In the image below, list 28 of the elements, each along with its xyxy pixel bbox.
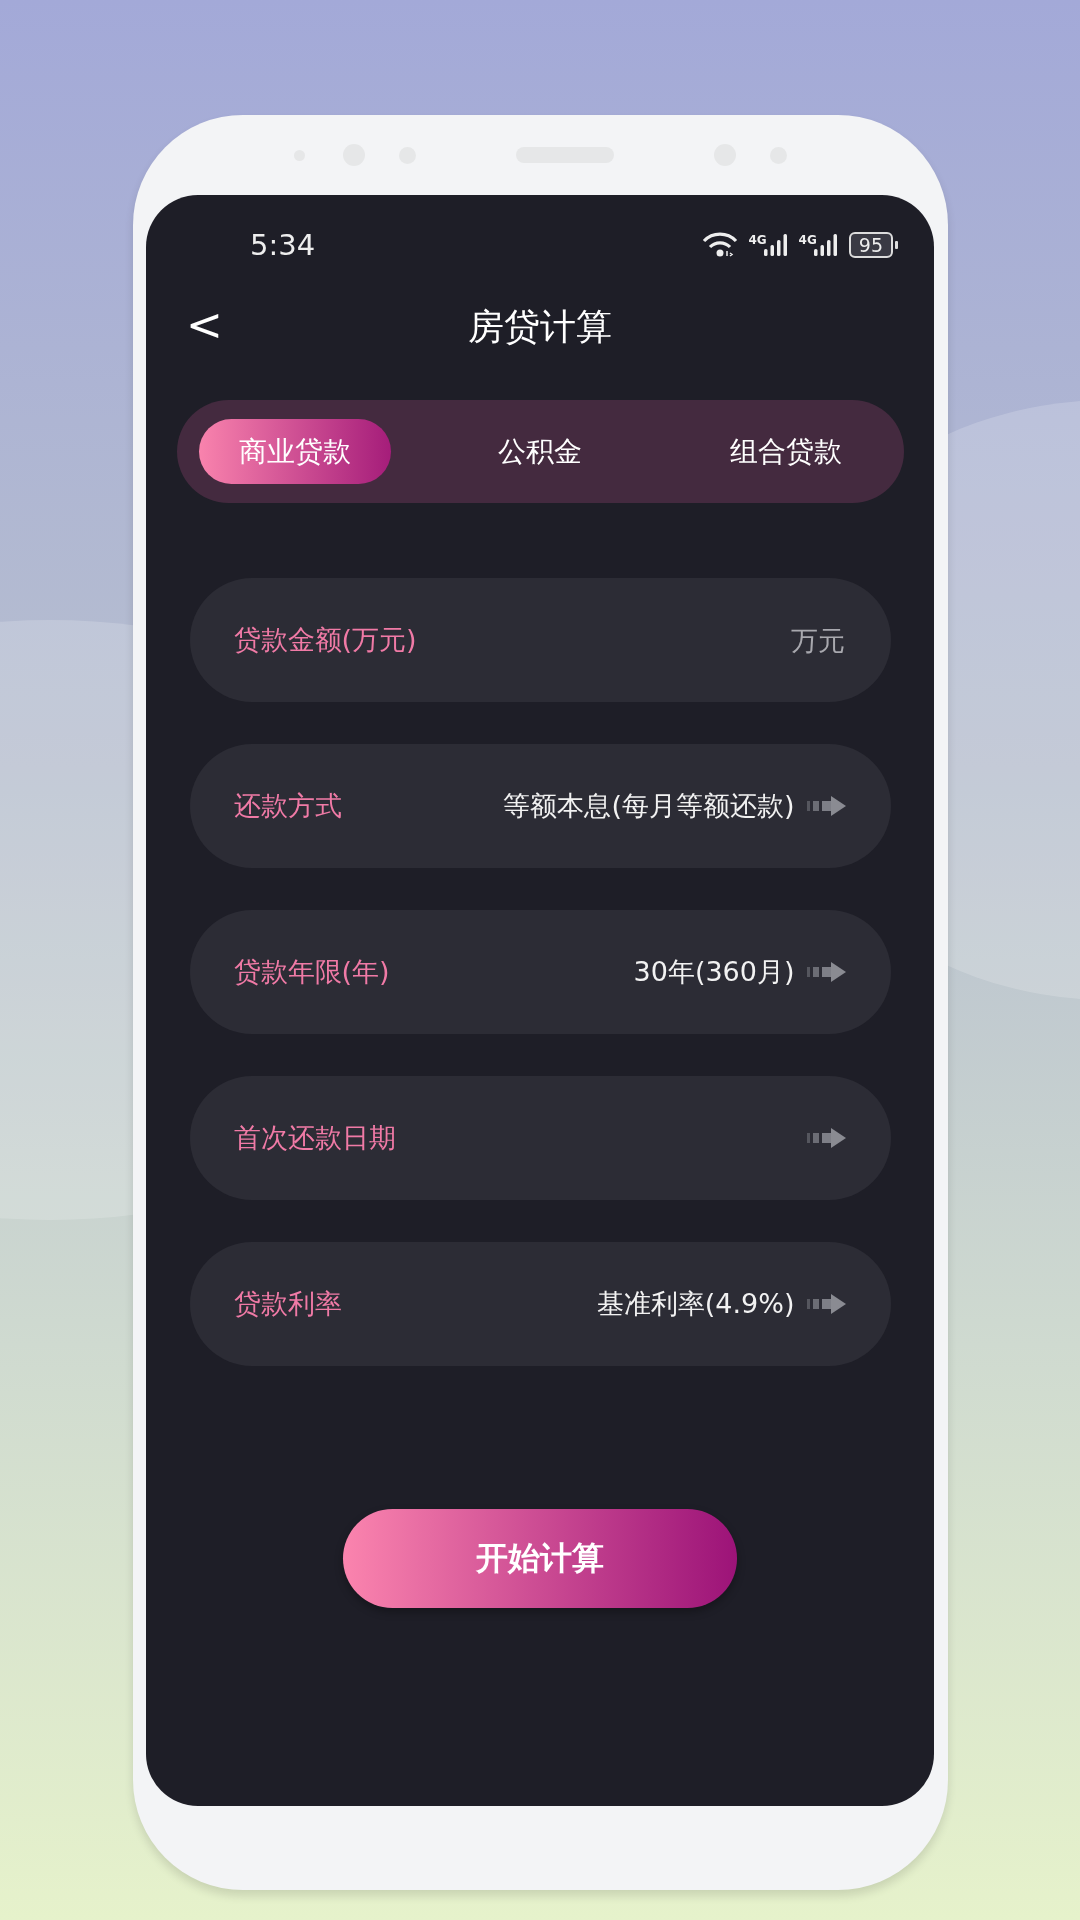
field-label: 贷款年限(年) [233,955,390,989]
back-button[interactable]: < [180,299,229,350]
status-time: 5:34 [250,228,316,262]
field-value: 等额本息(每月等额还款) [503,789,795,823]
select-row[interactable]: 首次还款日期 [189,1076,891,1200]
select-row[interactable]: 贷款利率 基准利率(4.9%) [189,1242,891,1366]
field-label: 贷款金额(万元) [233,623,417,657]
field-label: 贷款利率 [233,1287,342,1321]
arrow-icon [806,795,847,817]
select-row[interactable]: 贷款年限(年) 30年(360月) [189,910,891,1034]
field-label: 首次还款日期 [233,1121,396,1155]
tab[interactable]: 公积金 [444,419,636,484]
calculate-button[interactable]: 开始计算 [343,1509,737,1608]
field-value: 30年(360月) [633,955,795,989]
tab[interactable]: 商业贷款 [198,419,391,484]
arrow-icon [806,1293,847,1315]
field-label: 还款方式 [233,789,342,823]
page-title: 房贷计算 [468,305,612,349]
amount-input[interactable]: 万元 [642,623,847,657]
select-row[interactable]: 还款方式 等额本息(每月等额还款) [189,744,891,868]
battery-icon: 95 [848,232,893,258]
network-label: 4G [798,233,817,247]
field-value: 基准利率(4.9%) [596,1287,795,1321]
arrow-icon [806,1127,847,1149]
wifi-icon [702,232,739,258]
tab[interactable]: 组合贷款 [689,419,882,484]
network-label: 4G [748,233,767,247]
arrow-icon [806,961,847,983]
